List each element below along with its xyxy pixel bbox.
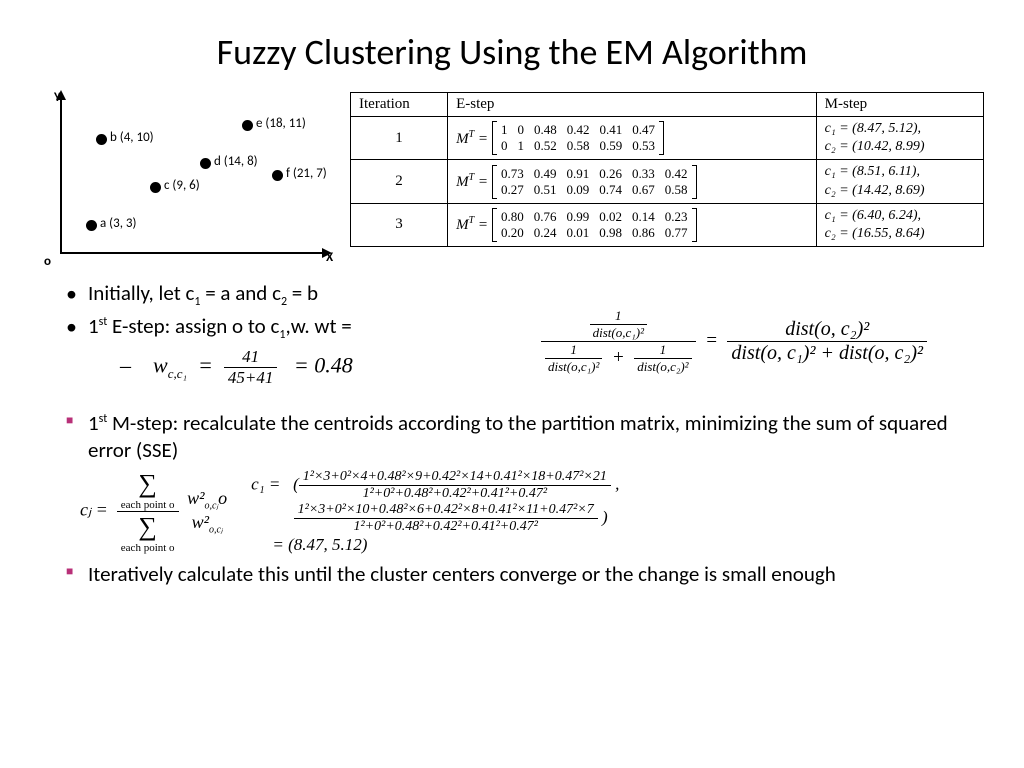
iter-cell: 2 [351,160,448,203]
point-b [96,134,107,145]
point-b-label: b (4, 10) [110,130,154,145]
bullet-mstep: 1st M-step: recalculate the centroids ac… [88,410,984,463]
bullet-iterate: Iteratively calculate this until the clu… [88,561,984,587]
origin-label: o [44,254,51,269]
y-axis [60,92,62,252]
estep-cell: MT =100.480.420.410.47010.520.580.590.53 [448,117,817,160]
mt-label: MT = [456,215,488,234]
y-axis-label: Y [54,90,61,105]
col-mstep: M-step [816,93,983,117]
point-c [150,182,161,193]
header-row: Iteration E-step M-step [351,93,984,117]
mt-label: MT = [456,129,488,148]
col-iteration: Iteration [351,93,448,117]
mstep-cell: c₁ = (8.47, 5.12),c₂ = (10.42, 8.99) [816,117,983,160]
mt-label: MT = [456,172,488,191]
point-d [200,158,211,169]
table-row: 2MT =0.730.490.910.260.330.420.270.510.0… [351,160,984,203]
estep-cell: MT =0.730.490.910.260.330.420.270.510.09… [448,160,817,203]
col-estep: E-step [448,93,817,117]
slide-title: Fuzzy Clustering Using the EM Algorithm [40,30,984,74]
point-a [86,220,97,231]
point-e-label: e (18, 11) [256,116,306,131]
x-axis-label: X [326,250,333,265]
point-f [272,170,283,181]
table-row: 3MT =0.800.760.990.020.140.230.200.240.0… [351,203,984,246]
iter-cell: 1 [351,117,448,160]
point-d-label: d (14, 8) [214,154,258,169]
eq-c1-calculation: c₁ = (1²×3+0²×4+0.48²×9+0.42²×14+0.41²×1… [251,469,619,555]
iter-cell: 3 [351,203,448,246]
iteration-table: Iteration E-step M-step 1MT =100.480.420… [350,92,984,247]
point-a-label: a (3, 3) [100,216,136,231]
bullet-initial: Initially, let c1 = a and c2 = b [88,280,984,310]
mstep-cell: c₁ = (6.40, 6.24),c₂ = (16.55, 8.64) [816,203,983,246]
table-row: 1MT =100.480.420.410.47010.520.580.590.5… [351,117,984,160]
eq-weight-definition: 1dist(o,c₁)² 1dist(o,c₁)² + 1dist(o,c₂)²… [484,308,984,375]
scatter-plot: Y X o a (3, 3) b (4, 10) c (9, 6) d (14,… [40,92,340,272]
point-c-label: c (9, 6) [164,178,200,193]
x-axis [60,252,330,254]
estep-cell: MT =0.800.760.990.020.140.230.200.240.01… [448,203,817,246]
point-e [242,120,253,131]
mstep-cell: c₁ = (8.51, 6.11),c₂ = (14.42, 8.69) [816,160,983,203]
eq-cj-formula: cⱼ = ∑ each point o ∑ each point o w²o,c… [80,469,231,554]
point-f-label: f (21, 7) [286,166,327,181]
